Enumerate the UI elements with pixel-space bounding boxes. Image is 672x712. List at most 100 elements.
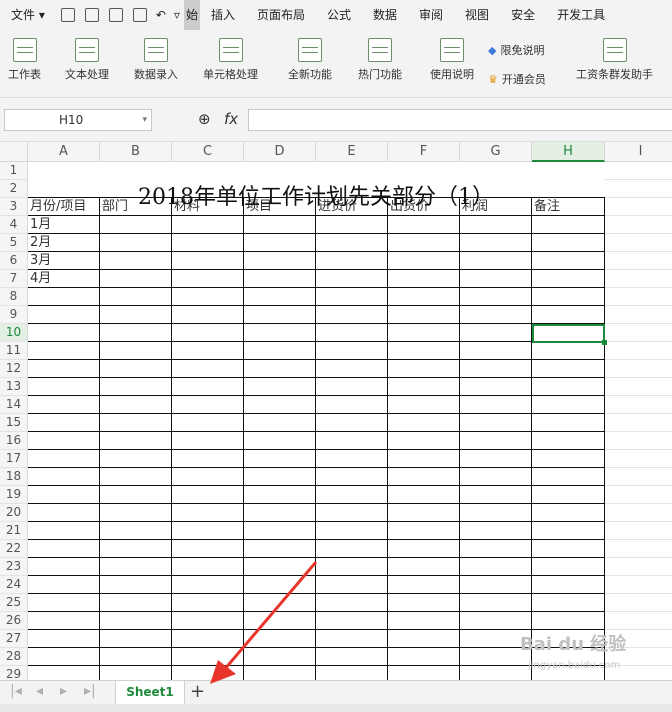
cell[interactable]	[100, 162, 172, 180]
cell[interactable]	[100, 270, 172, 288]
cell[interactable]	[172, 648, 244, 666]
zoom-icon[interactable]: ⊕	[198, 110, 211, 128]
sheet-tab-sheet1[interactable]: Sheet1	[115, 681, 185, 705]
row-header[interactable]: 12	[0, 360, 28, 378]
cell[interactable]	[388, 522, 460, 540]
row-header[interactable]: 25	[0, 594, 28, 612]
cell[interactable]	[460, 324, 532, 342]
cell[interactable]	[100, 648, 172, 666]
cell[interactable]	[28, 396, 100, 414]
cell[interactable]	[316, 450, 388, 468]
cell[interactable]	[172, 360, 244, 378]
menu-tab-2[interactable]: 公式	[316, 0, 362, 30]
cell[interactable]	[244, 288, 316, 306]
cell[interactable]	[605, 540, 672, 558]
cell[interactable]	[532, 216, 605, 234]
cell[interactable]	[605, 180, 672, 198]
cell[interactable]	[605, 450, 672, 468]
cell[interactable]	[28, 648, 100, 666]
cell[interactable]	[605, 522, 672, 540]
cell[interactable]	[460, 306, 532, 324]
prev-sheet-icon[interactable]: ◂	[36, 683, 43, 699]
cell[interactable]	[460, 288, 532, 306]
cell[interactable]	[28, 666, 100, 680]
cell[interactable]	[316, 342, 388, 360]
cell[interactable]	[532, 360, 605, 378]
cell[interactable]	[460, 360, 532, 378]
cell[interactable]	[460, 612, 532, 630]
cell[interactable]	[316, 486, 388, 504]
cell[interactable]	[605, 396, 672, 414]
cell[interactable]	[605, 414, 672, 432]
cell[interactable]	[316, 252, 388, 270]
row-header[interactable]: 17	[0, 450, 28, 468]
formula-input[interactable]	[248, 109, 672, 131]
cell[interactable]	[605, 234, 672, 252]
cell[interactable]	[28, 414, 100, 432]
cell[interactable]	[605, 198, 672, 216]
cell[interactable]	[388, 216, 460, 234]
new-features-button[interactable]: 全新功能	[288, 38, 332, 82]
cell[interactable]	[28, 594, 100, 612]
cell[interactable]	[172, 396, 244, 414]
format-painter-icon[interactable]	[84, 8, 99, 22]
column-header[interactable]: A	[28, 142, 100, 162]
cell[interactable]	[532, 486, 605, 504]
cell[interactable]	[28, 324, 100, 342]
menu-tab-3[interactable]: 数据	[362, 0, 408, 30]
cell[interactable]	[244, 396, 316, 414]
row-header[interactable]: 26	[0, 612, 28, 630]
cell[interactable]	[244, 450, 316, 468]
cell[interactable]: 4月	[28, 270, 100, 288]
cell[interactable]	[460, 594, 532, 612]
row-header[interactable]: 7	[0, 270, 28, 288]
row-header[interactable]: 6	[0, 252, 28, 270]
row-header[interactable]: 10	[0, 324, 28, 342]
cell[interactable]	[28, 630, 100, 648]
cell[interactable]	[388, 648, 460, 666]
cell[interactable]	[316, 648, 388, 666]
cell[interactable]	[460, 432, 532, 450]
cell[interactable]	[460, 576, 532, 594]
cell[interactable]	[316, 630, 388, 648]
cell[interactable]	[244, 162, 316, 180]
cell[interactable]	[605, 306, 672, 324]
cell[interactable]	[316, 522, 388, 540]
row-header[interactable]: 22	[0, 540, 28, 558]
cell[interactable]	[388, 612, 460, 630]
cell[interactable]	[244, 432, 316, 450]
cell[interactable]	[100, 252, 172, 270]
cell[interactable]	[532, 612, 605, 630]
cell[interactable]	[316, 468, 388, 486]
cell[interactable]	[532, 558, 605, 576]
row-header[interactable]: 19	[0, 486, 28, 504]
cell[interactable]	[244, 648, 316, 666]
cell[interactable]	[316, 504, 388, 522]
cell[interactable]	[172, 612, 244, 630]
cell[interactable]	[172, 450, 244, 468]
cell[interactable]: 3月	[28, 252, 100, 270]
cell[interactable]	[28, 522, 100, 540]
cell[interactable]	[244, 468, 316, 486]
cell[interactable]	[100, 360, 172, 378]
cell[interactable]	[460, 234, 532, 252]
row-header[interactable]: 18	[0, 468, 28, 486]
cell[interactable]	[28, 378, 100, 396]
cell[interactable]	[316, 216, 388, 234]
cell[interactable]	[316, 576, 388, 594]
row-header[interactable]: 21	[0, 522, 28, 540]
column-header[interactable]: E	[316, 142, 388, 162]
cell[interactable]	[100, 522, 172, 540]
menu-tab-4[interactable]: 审阅	[408, 0, 454, 30]
cell[interactable]	[172, 558, 244, 576]
cell[interactable]	[316, 558, 388, 576]
cell[interactable]	[388, 162, 460, 180]
cell[interactable]	[532, 234, 605, 252]
cell[interactable]	[605, 558, 672, 576]
menu-tab-6[interactable]: 安全	[500, 0, 546, 30]
cell[interactable]	[532, 540, 605, 558]
cell[interactable]	[460, 450, 532, 468]
cell[interactable]	[172, 576, 244, 594]
cell[interactable]	[460, 558, 532, 576]
row-header[interactable]: 27	[0, 630, 28, 648]
